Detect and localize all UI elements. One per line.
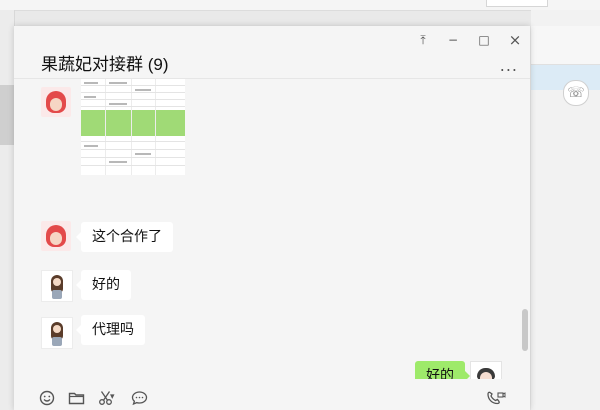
- background-panel-header: [531, 26, 600, 65]
- chat-title: 果蔬妃对接群 (9): [41, 55, 169, 74]
- sent-message-bubble[interactable]: 好的: [415, 361, 470, 379]
- pin-icon[interactable]: ⤒: [414, 32, 432, 48]
- more-options-icon[interactable]: ...: [500, 56, 518, 75]
- message-list[interactable]: 这个合作了 好的 代理吗 好的: [14, 79, 530, 379]
- girl-avatar[interactable]: [41, 317, 73, 349]
- message-bubble[interactable]: 代理吗: [76, 315, 145, 345]
- video-call-icon[interactable]: [486, 390, 506, 406]
- background-app-topbar: [0, 0, 600, 11]
- scissors-dropdown-icon[interactable]: ▾: [110, 389, 115, 405]
- chat-window: ⤒ − □ × 果蔬妃对接群 (9) ... 这个合作了 好的 代理吗 好的 ▾: [14, 26, 530, 410]
- red-hat-avatar[interactable]: [41, 87, 71, 117]
- maximize-button[interactable]: □: [475, 32, 493, 48]
- girl-avatar[interactable]: [41, 270, 73, 302]
- chat-bubble-icon[interactable]: [130, 390, 148, 406]
- folder-icon[interactable]: [67, 390, 85, 406]
- background-app-sidebar: [0, 10, 15, 410]
- scissors-icon[interactable]: ▾: [94, 390, 118, 406]
- minimize-button[interactable]: −: [444, 32, 462, 48]
- input-toolbar: ▾: [14, 380, 530, 410]
- close-button[interactable]: ×: [506, 32, 524, 48]
- background-search-box: [486, 0, 548, 7]
- emoji-icon[interactable]: [38, 390, 56, 406]
- background-app-panel: ☏: [531, 10, 600, 410]
- spreadsheet-image-message[interactable]: [81, 79, 185, 175]
- self-avatar[interactable]: [470, 361, 502, 379]
- message-bubble[interactable]: 好的: [76, 270, 131, 300]
- phone-icon[interactable]: ☏: [563, 80, 589, 106]
- message-bubble[interactable]: 这个合作了: [76, 222, 173, 252]
- message-scrollbar[interactable]: [522, 309, 528, 351]
- highlighted-rows: [81, 110, 185, 136]
- background-sidebar-selected: [0, 85, 14, 145]
- red-hat-avatar[interactable]: [41, 221, 71, 251]
